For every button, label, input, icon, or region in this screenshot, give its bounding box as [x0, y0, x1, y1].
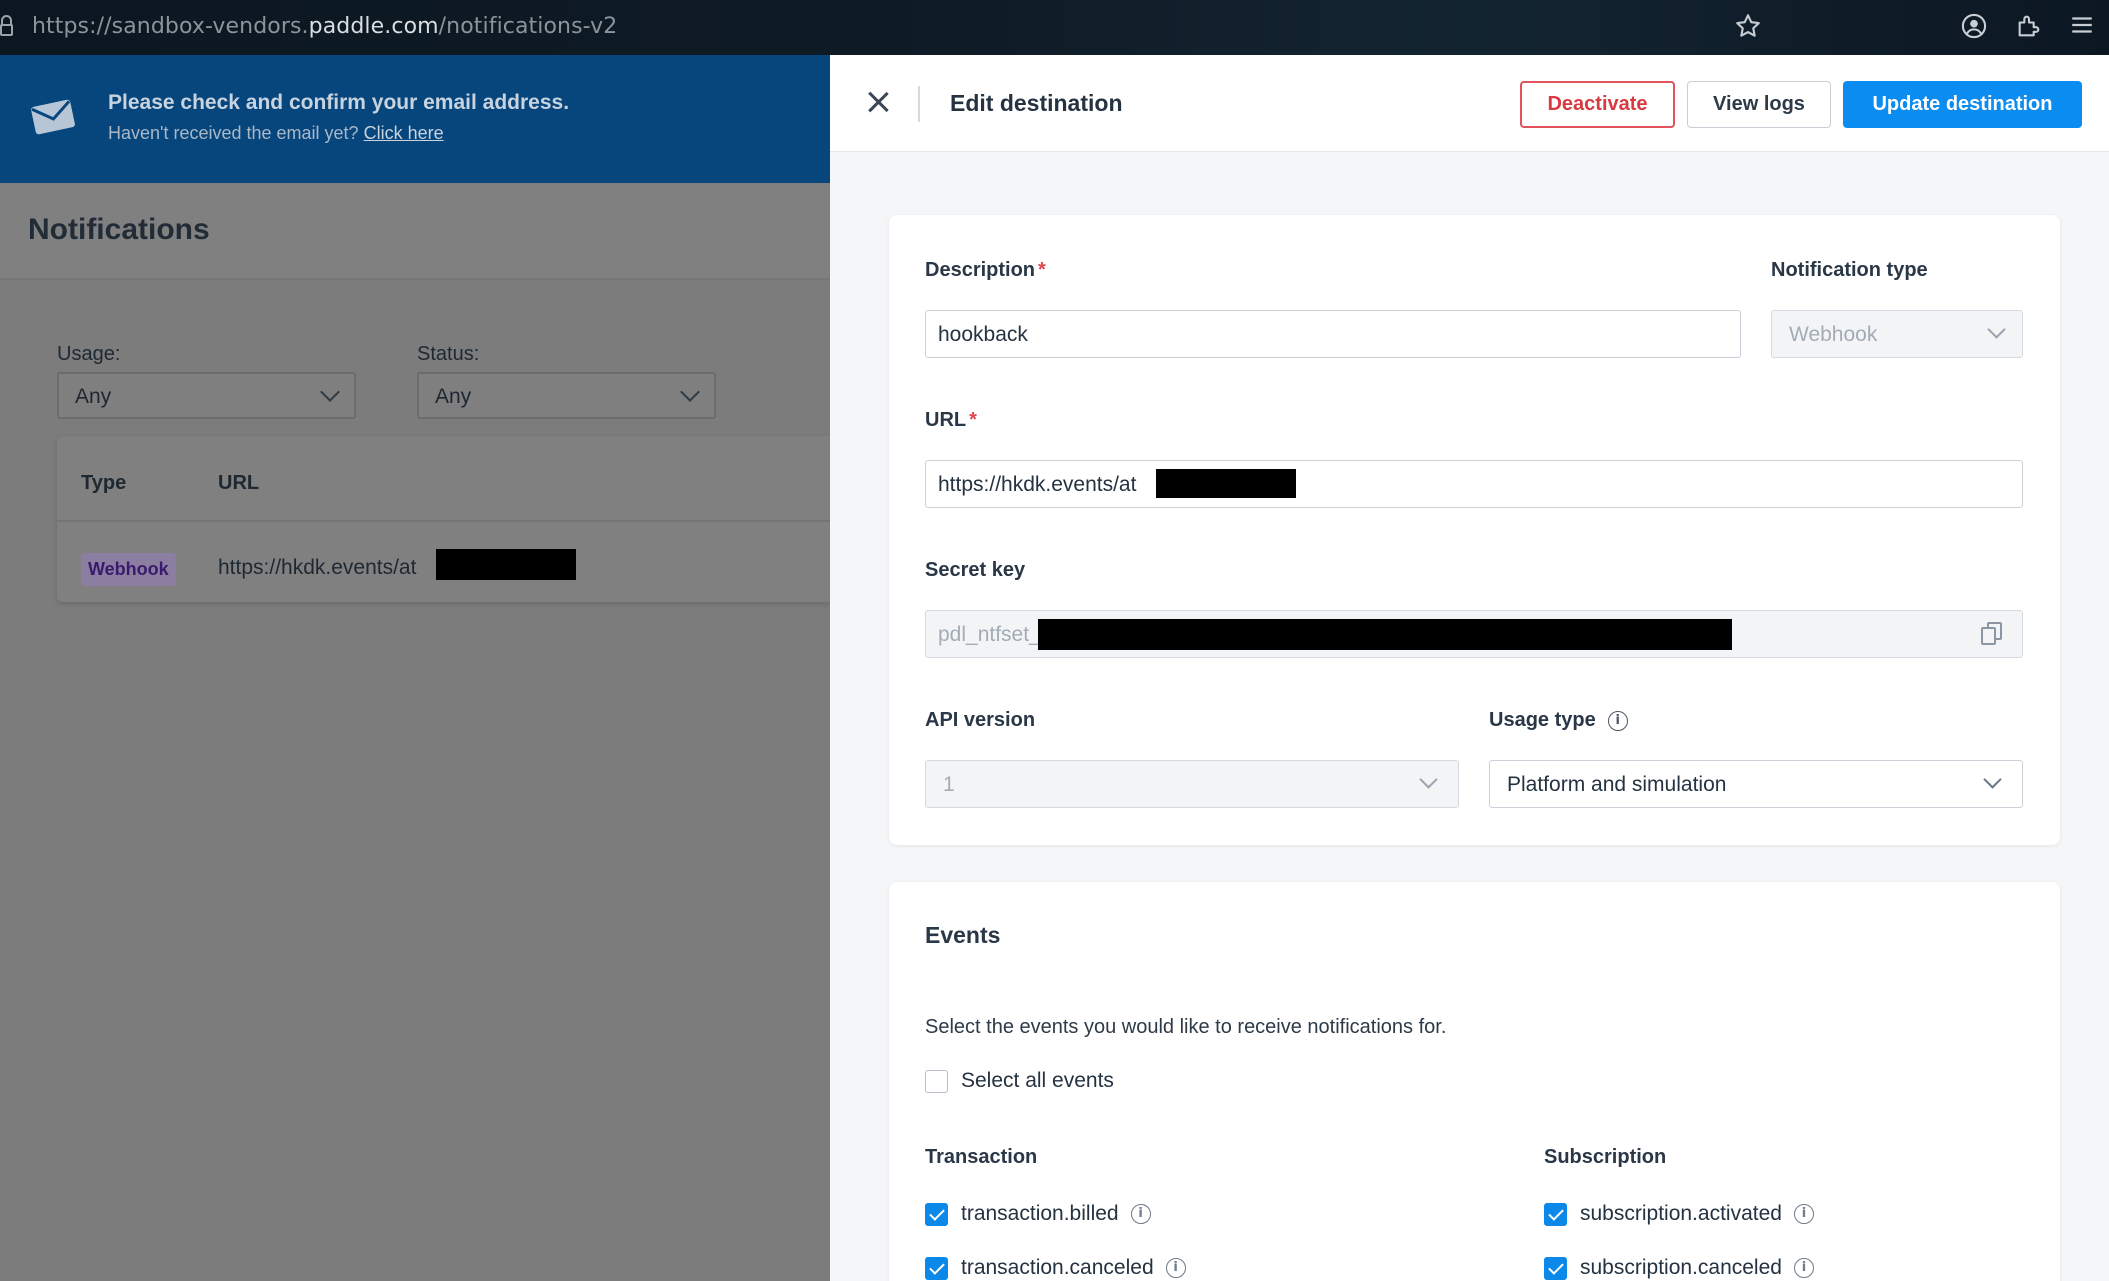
- redaction-block: [1038, 619, 1732, 650]
- banner-subtitle-text: Haven't received the email yet?: [108, 123, 359, 143]
- required-mark: *: [969, 409, 977, 431]
- status-filter-value: Any: [435, 385, 472, 408]
- url-path: /notifications-v2: [438, 14, 618, 39]
- edit-destination-drawer: Edit destination Deactivate View logs Up…: [830, 55, 2109, 1281]
- events-title: Events: [925, 922, 1001, 948]
- table-divider: [57, 520, 830, 522]
- event-subscription-activated[interactable]: subscription.activated i: [1544, 1201, 1814, 1227]
- redaction-block: [1156, 469, 1296, 498]
- info-icon[interactable]: i: [1165, 1258, 1186, 1278]
- chevron-down-icon: [1419, 770, 1438, 789]
- info-icon[interactable]: i: [1607, 710, 1628, 731]
- envelope-icon: [30, 97, 76, 135]
- event-label: transaction.canceled: [961, 1256, 1154, 1279]
- description-label-text: Description: [925, 259, 1036, 281]
- page-header: Notifications: [0, 183, 830, 280]
- notification-type-select: Webhook: [1771, 310, 2023, 358]
- description-label: Description *: [925, 259, 1046, 282]
- event-label: transaction.billed: [961, 1202, 1119, 1225]
- secret-key-value: pdl_ntfset_: [938, 623, 1041, 646]
- select-all-checkbox[interactable]: [925, 1069, 948, 1093]
- account-icon[interactable]: [1959, 12, 1989, 42]
- url-input[interactable]: https://hkdk.events/at: [925, 460, 2023, 508]
- event-label: subscription.canceled: [1580, 1256, 1782, 1279]
- extensions-icon[interactable]: [2014, 12, 2044, 42]
- deactivate-button[interactable]: Deactivate: [1520, 81, 1675, 128]
- usage-type-value: Platform and simulation: [1507, 773, 1727, 796]
- transaction-group-title: Transaction: [925, 1146, 1038, 1168]
- url-prefix: https://sandbox-vendors.: [32, 14, 309, 39]
- event-checkbox[interactable]: [1544, 1202, 1567, 1226]
- usage-type-label: Usage type i: [1489, 709, 1628, 732]
- api-version-value: 1: [943, 773, 955, 796]
- destination-form-card: Description * hookback Notification type …: [889, 215, 2060, 845]
- column-header-url: URL: [218, 472, 260, 494]
- required-mark: *: [1038, 259, 1046, 281]
- info-icon[interactable]: i: [1130, 1204, 1151, 1224]
- resend-email-link[interactable]: Click here: [364, 123, 444, 143]
- usage-filter-label: Usage:: [57, 343, 121, 365]
- usage-type-label-text: Usage type: [1489, 709, 1596, 731]
- notification-type-label: Notification type: [1771, 259, 1928, 281]
- star-icon[interactable]: [1733, 12, 1763, 42]
- url-value: https://hkdk.events/at: [938, 473, 1137, 496]
- event-checkbox[interactable]: [925, 1202, 948, 1226]
- event-transaction-canceled[interactable]: transaction.canceled i: [925, 1255, 1186, 1281]
- events-card: Events Select the events you would like …: [889, 882, 2060, 1281]
- url-label: URL *: [925, 409, 977, 432]
- lock-icon[interactable]: [0, 15, 14, 37]
- banner-title: Please check and confirm your email addr…: [108, 91, 570, 114]
- update-destination-button[interactable]: Update destination: [1843, 81, 2082, 128]
- copy-icon[interactable]: [1981, 622, 2003, 646]
- subscription-group-title: Subscription: [1544, 1146, 1667, 1168]
- select-all-events-row[interactable]: Select all events: [925, 1068, 1126, 1094]
- secret-key-input: pdl_ntfset_: [925, 610, 2023, 658]
- usage-filter-value: Any: [75, 385, 112, 408]
- status-filter-label: Status:: [417, 343, 480, 365]
- banner-subtitle: Haven't received the email yet? Click he…: [108, 123, 444, 144]
- event-label: subscription.activated: [1580, 1202, 1782, 1225]
- select-all-label: Select all events: [961, 1069, 1114, 1092]
- event-checkbox[interactable]: [925, 1256, 948, 1280]
- description-input[interactable]: hookback: [925, 310, 1741, 358]
- status-filter-select[interactable]: Any: [417, 372, 716, 419]
- usage-filter-select[interactable]: Any: [57, 372, 356, 419]
- address-bar[interactable]: https://sandbox-vendors.paddle.com/notif…: [32, 14, 617, 39]
- browser-toolbar: https://sandbox-vendors.paddle.com/notif…: [0, 0, 2109, 55]
- chevron-down-icon: [680, 382, 700, 402]
- page-title: Notifications: [28, 213, 210, 246]
- close-icon[interactable]: [862, 87, 894, 119]
- chevron-down-icon: [320, 382, 340, 402]
- redaction-block: [436, 549, 576, 580]
- notification-type-value: Webhook: [1789, 323, 1878, 346]
- url-host: paddle.com: [308, 14, 439, 39]
- url-label-text: URL: [925, 409, 967, 431]
- view-logs-button[interactable]: View logs: [1687, 81, 1831, 128]
- api-version-label: API version: [925, 709, 1036, 731]
- email-confirmation-banner: Please check and confirm your email addr…: [0, 55, 830, 183]
- drawer-title: Edit destination: [950, 90, 1123, 116]
- event-subscription-canceled[interactable]: subscription.canceled i: [1544, 1255, 1814, 1281]
- secret-key-label: Secret key: [925, 559, 1026, 581]
- info-icon[interactable]: i: [1793, 1204, 1814, 1224]
- events-description: Select the events you would like to rece…: [925, 1016, 1447, 1038]
- event-transaction-billed[interactable]: transaction.billed i: [925, 1201, 1151, 1227]
- description-value: hookback: [938, 323, 1028, 346]
- event-checkbox[interactable]: [1544, 1256, 1567, 1280]
- api-version-select: 1: [925, 760, 1459, 808]
- destination-url[interactable]: https://hkdk.events/at: [218, 556, 416, 580]
- header-divider: [918, 86, 920, 122]
- notifications-page: Notifications Usage: Any Status: Any Typ…: [0, 183, 830, 1281]
- usage-type-select[interactable]: Platform and simulation: [1489, 760, 2023, 808]
- chevron-down-icon: [1987, 320, 2006, 339]
- menu-icon[interactable]: [2067, 12, 2097, 42]
- destinations-table: Type URL Webhook https://hkdk.events/at: [57, 436, 830, 602]
- drawer-header: Edit destination Deactivate View logs Up…: [830, 55, 2109, 152]
- info-icon[interactable]: i: [1793, 1258, 1814, 1278]
- column-header-type: Type: [81, 472, 127, 494]
- type-badge: Webhook: [81, 553, 176, 586]
- chevron-down-icon: [1983, 770, 2002, 789]
